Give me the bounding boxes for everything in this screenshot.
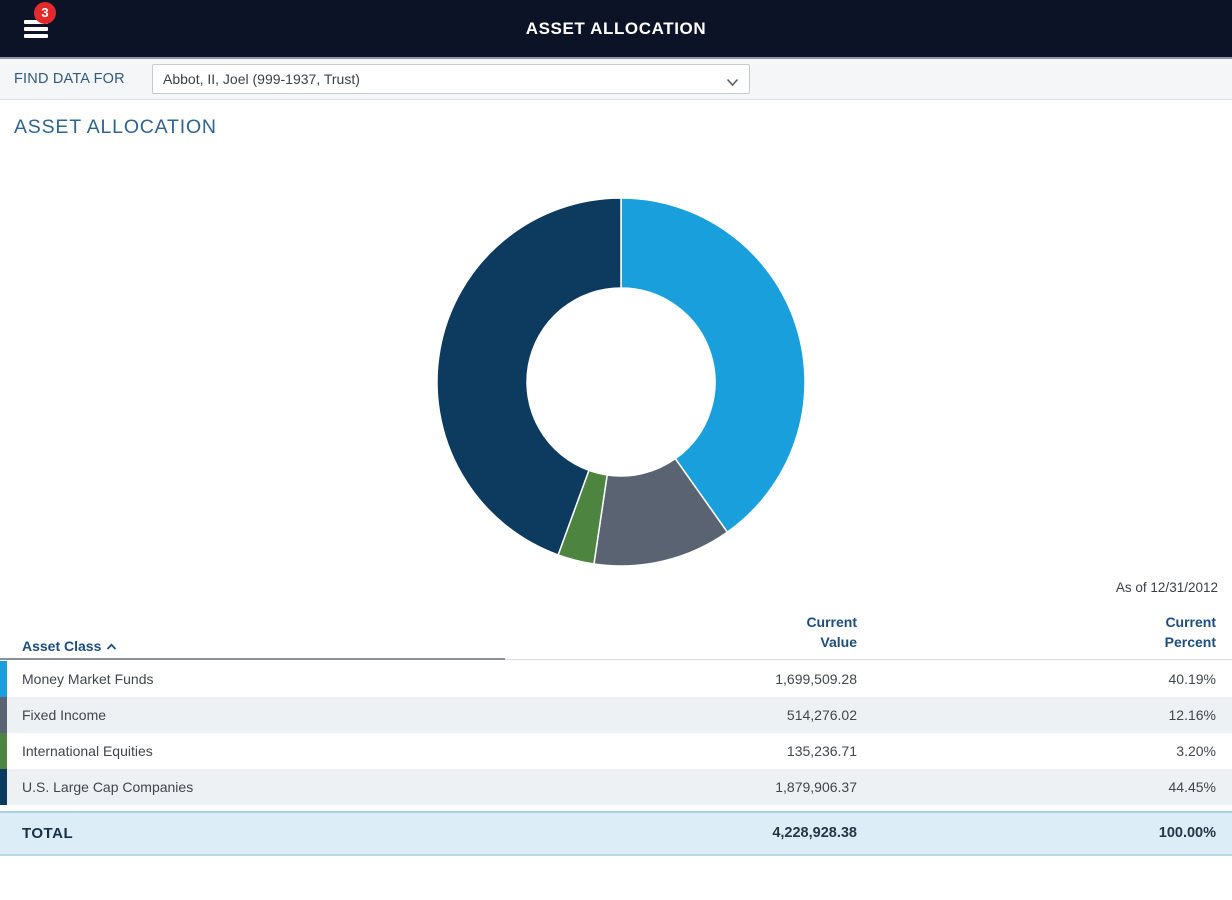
total-current-percent: 100.00%	[1159, 813, 1216, 854]
as-of-date: As of 12/31/2012	[1116, 580, 1218, 595]
current-value-cell: 514,276.02	[787, 697, 857, 733]
sort-asc-icon	[101, 638, 117, 654]
table-body: Money Market Funds1,699,509.2840.19%Fixe…	[0, 661, 1232, 805]
total-label: TOTAL	[22, 813, 73, 854]
find-data-bar: FIND DATA FOR Abbot, II, Joel (999-1937,…	[0, 57, 1232, 100]
app-title: ASSET ALLOCATION	[0, 0, 1232, 57]
table-header: Asset Class Current Value Current Percen…	[0, 608, 1232, 660]
table-row: Fixed Income 514,276.02 12.16%	[0, 697, 1232, 733]
asset-class-cell: Fixed Income	[22, 697, 106, 733]
asset-color-marker	[0, 733, 7, 769]
header-divider	[505, 659, 1232, 660]
asset-color-marker	[0, 697, 7, 733]
app-header: 3 ASSET ALLOCATION	[0, 0, 1232, 57]
selected-account: Abbot, II, Joel (999-1937, Trust)	[163, 65, 360, 93]
current-percent-cell: 40.19%	[1169, 661, 1216, 697]
total-current-value: 4,228,928.38	[772, 813, 857, 854]
current-percent-cell: 3.20%	[1176, 733, 1216, 769]
column-header-current-value[interactable]: Current Value	[806, 612, 857, 652]
current-percent-cell: 44.45%	[1169, 769, 1216, 805]
sorted-column-underline	[0, 658, 505, 660]
column-header-current-percent[interactable]: Current Percent	[1165, 612, 1216, 652]
section-heading: ASSET ALLOCATION	[14, 116, 217, 139]
asset-class-cell: U.S. Large Cap Companies	[22, 769, 193, 805]
table-row: U.S. Large Cap Companies 1,879,906.37 44.4…	[0, 769, 1232, 805]
asset-class-cell: International Equities	[22, 733, 153, 769]
find-data-label: FIND DATA FOR	[14, 59, 125, 99]
current-value-cell: 135,236.71	[787, 733, 857, 769]
current-value-cell: 1,699,509.28	[775, 661, 857, 697]
table-row: Money Market Funds 1,699,509.28 40.19%	[0, 661, 1232, 697]
asset-class-cell: Money Market Funds	[22, 661, 154, 697]
current-value-cell: 1,879,906.37	[775, 769, 857, 805]
total-row: TOTAL 4,228,928.38 100.00%	[0, 811, 1232, 856]
find-data-select[interactable]: Abbot, II, Joel (999-1937, Trust)	[152, 64, 750, 94]
asset-color-marker	[0, 769, 7, 805]
app-root: 3 ASSET ALLOCATION FIND DATA FOR Abbot, …	[0, 0, 1232, 900]
asset-color-marker	[0, 661, 7, 697]
allocation-donut-chart	[435, 196, 807, 568]
column-header-asset-class[interactable]: Asset Class	[22, 638, 117, 654]
table-row: International Equities 135,236.71 3.20%	[0, 733, 1232, 769]
chevron-down-icon	[726, 74, 739, 92]
current-percent-cell: 12.16%	[1169, 697, 1216, 733]
